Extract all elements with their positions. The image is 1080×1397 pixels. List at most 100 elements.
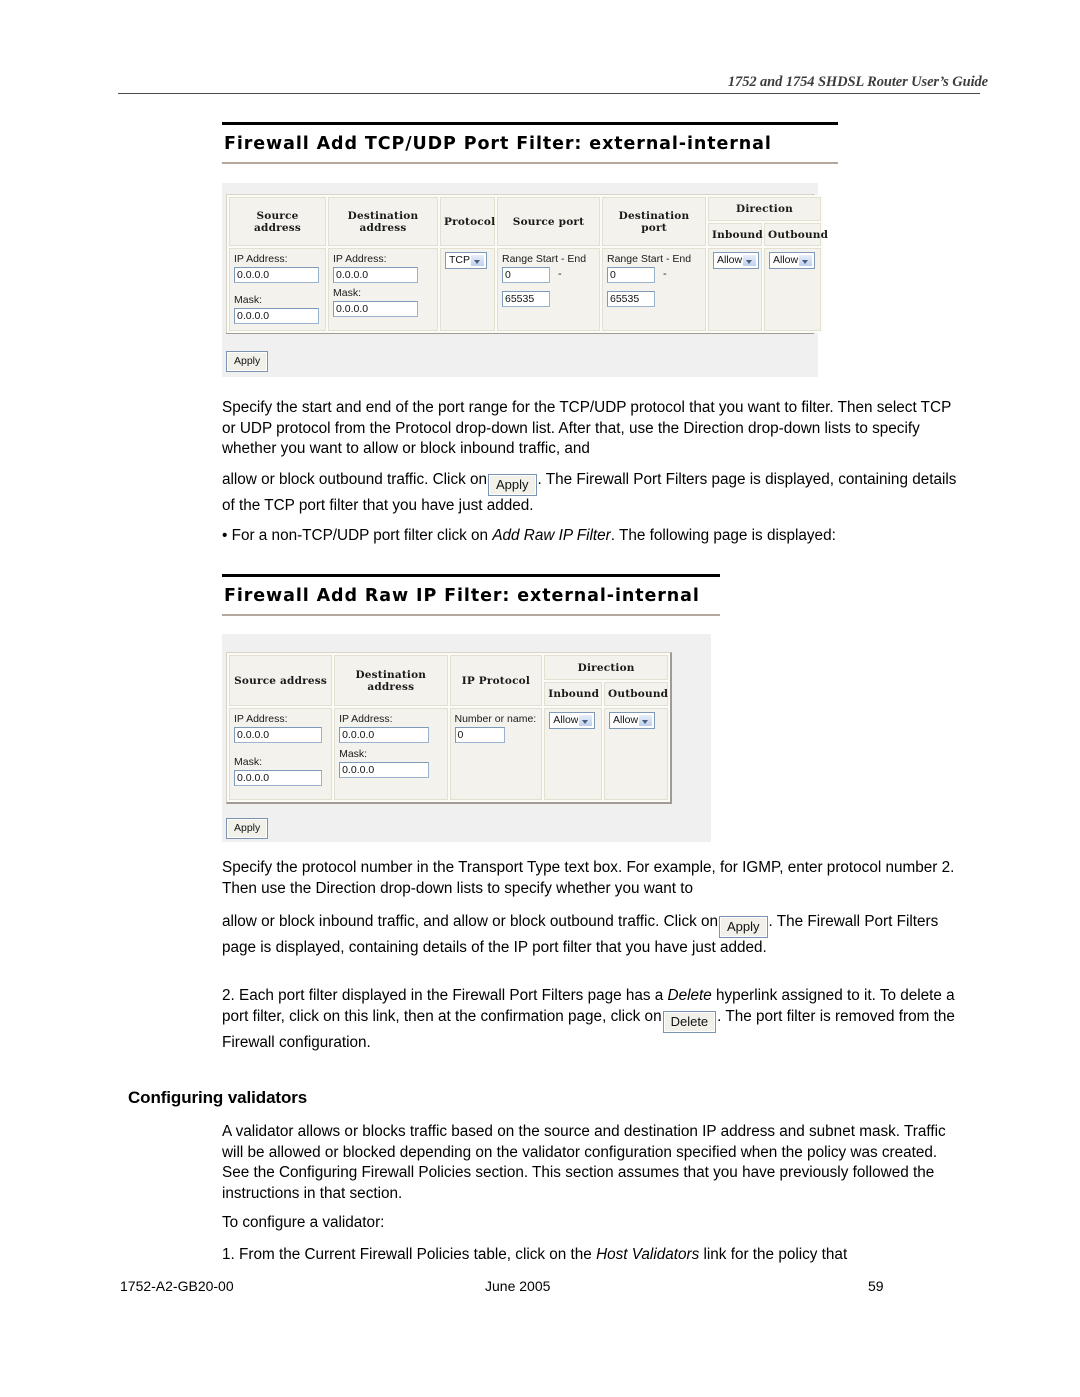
paragraph-tcp-udp-instructions: Specify the start and end of the port ra… xyxy=(222,398,958,460)
cell-destination-address: IP Address: 0.0.0.0 Mask: 0.0.0.0 xyxy=(334,708,448,800)
bullet-emphasis: Add Raw IP Filter xyxy=(492,527,611,544)
paragraph-2-text-b: allow or block inbound traffic, and allo… xyxy=(222,913,719,930)
th-destination-address: Destination address xyxy=(334,655,448,706)
apply-inline-button-1[interactable]: Apply xyxy=(488,474,537,496)
tcp-udp-form-panel: Source address Destination address Proto… xyxy=(226,194,828,334)
th-source-address: Source address xyxy=(229,197,326,246)
th-source-port: Source port xyxy=(497,197,600,246)
source-ip-input[interactable]: 0.0.0.0 xyxy=(234,727,322,743)
chevron-down-icon[interactable] xyxy=(578,714,594,727)
paragraph-6-text-b: link for the policy that xyxy=(699,1246,848,1263)
destination-range-separator: - xyxy=(663,268,667,280)
screen-heading-raw-ip: Firewall Add Raw IP Filter: external-int… xyxy=(222,574,720,616)
cell-destination-address: IP Address: 0.0.0.0 Mask: 0.0.0.0 xyxy=(328,248,438,331)
cell-outbound: Allow xyxy=(764,248,822,331)
inbound-select[interactable]: Allow xyxy=(549,712,596,729)
inbound-select-value: Allow xyxy=(717,254,743,266)
screen-heading-text: Firewall Add TCP/UDP Port Filter: extern… xyxy=(224,134,772,154)
bullet-add-raw-ip-filter: • For a non-TCP/UDP port filter click on… xyxy=(222,526,958,547)
browser-screenshot-tcp-udp-filter: Source address Destination address Proto… xyxy=(222,183,828,377)
cell-source-port: Range Start - End 0 - 65535 xyxy=(497,248,600,331)
running-head: 1752 and 1754 SHDSL Router User’s Guide xyxy=(727,74,988,90)
source-range-end-input[interactable]: 65535 xyxy=(502,291,550,307)
cell-inbound: Allow xyxy=(708,248,762,331)
source-ip-label: IP Address: xyxy=(234,713,288,725)
th-ip-protocol: IP Protocol xyxy=(449,655,543,706)
protocol-select-value: TCP xyxy=(449,254,470,266)
destination-mask-label: Mask: xyxy=(333,287,362,299)
th-outbound: Outbound xyxy=(604,682,668,706)
paragraph-6-text-a: 1. From the Current Firewall Policies ta… xyxy=(222,1246,597,1263)
paragraph-1-text-b: allow or block outbound traffic. Click o… xyxy=(222,471,487,488)
destination-mask-input[interactable]: 0.0.0.0 xyxy=(333,301,418,317)
th-inbound: Inbound xyxy=(544,682,603,706)
th-destination-address: Destination address xyxy=(328,197,438,246)
paragraph-raw-ip-instructions: Specify the protocol number in the Trans… xyxy=(222,858,958,899)
chevron-down-icon[interactable] xyxy=(470,254,485,267)
bullet-text-a: • For a non-TCP/UDP port filter click on xyxy=(222,527,493,544)
cell-source-address: IP Address: 0.0.0.0 Mask: 0.0.0.0 xyxy=(229,708,333,800)
apply-button[interactable]: Apply xyxy=(226,818,269,839)
section-title-configuring-validators: Configuring validators xyxy=(128,1088,308,1107)
th-direction: Direction xyxy=(708,197,822,221)
destination-ip-input[interactable]: 0.0.0.0 xyxy=(333,267,418,283)
source-mask-input[interactable]: 0.0.0.0 xyxy=(234,308,319,324)
table-header-row-1: Source address Destination address IP Pr… xyxy=(229,655,668,706)
outbound-select-value: Allow xyxy=(773,254,799,266)
cell-outbound: Allow xyxy=(604,708,668,800)
destination-ip-input[interactable]: 0.0.0.0 xyxy=(339,727,430,743)
destination-mask-input[interactable]: 0.0.0.0 xyxy=(339,762,430,778)
source-mask-label: Mask: xyxy=(234,756,263,768)
paragraph-tcp-udp-apply: allow or block outbound traffic. Click o… xyxy=(222,470,958,517)
raw-ip-filter-table: Source address Destination address IP Pr… xyxy=(227,653,670,802)
th-destination-port: Destination port xyxy=(602,197,706,246)
th-source-address: Source address xyxy=(229,655,333,706)
th-inbound: Inbound xyxy=(708,223,763,246)
apply-button-area-2: Apply xyxy=(226,818,269,839)
source-ip-input[interactable]: 0.0.0.0 xyxy=(234,267,319,283)
apply-inline-button-2[interactable]: Apply xyxy=(719,916,768,938)
heading-rule-bottom xyxy=(222,614,720,616)
th-protocol: Protocol xyxy=(440,197,495,246)
source-mask-input[interactable]: 0.0.0.0 xyxy=(234,770,322,786)
delete-inline-button[interactable]: Delete xyxy=(662,1010,717,1033)
ip-protocol-label: Number or name: xyxy=(454,713,537,725)
source-mask-label: Mask: xyxy=(234,294,263,306)
chevron-down-icon[interactable] xyxy=(742,254,757,267)
bullet-text-b: . The following page is displayed: xyxy=(610,527,836,544)
chevron-down-icon[interactable] xyxy=(638,714,654,727)
source-range-start-input[interactable]: 0 xyxy=(502,267,550,283)
ip-protocol-input[interactable]: 0 xyxy=(454,727,505,743)
table-row: IP Address: 0.0.0.0 Mask: 0.0.0.0 IP Add… xyxy=(229,248,822,331)
heading-rule-bottom xyxy=(222,162,838,164)
destination-range-label: Range Start - End xyxy=(607,253,692,265)
paragraph-validator-description: A validator allows or blocks traffic bas… xyxy=(222,1123,946,1202)
outbound-select[interactable]: Allow xyxy=(609,712,656,729)
th-outbound: Outbound xyxy=(764,223,828,246)
destination-range-end-input[interactable]: 65535 xyxy=(607,291,655,307)
cell-inbound: Allow xyxy=(544,708,603,800)
destination-range-start-input[interactable]: 0 xyxy=(607,267,655,283)
paragraph-delete-hyperlink: 2. Each port filter displayed in the Fir… xyxy=(222,986,970,1053)
footer-page-number: 59 xyxy=(868,1278,884,1294)
paragraph-raw-ip-apply: allow or block inbound traffic, and allo… xyxy=(222,912,958,959)
screen-heading-text: Firewall Add Raw IP Filter: external-int… xyxy=(224,586,700,606)
paragraph-1-text-a: Specify the start and end of the port ra… xyxy=(222,399,951,458)
source-range-separator: - xyxy=(558,268,562,280)
table-header-row-1: Source address Destination address Proto… xyxy=(229,197,822,246)
header-rule xyxy=(118,93,980,94)
screen-heading-tcp-udp: Firewall Add TCP/UDP Port Filter: extern… xyxy=(222,122,838,164)
outbound-select[interactable]: Allow xyxy=(769,252,815,269)
source-range-label: Range Start - End xyxy=(502,253,587,265)
protocol-select[interactable]: TCP xyxy=(445,252,487,269)
raw-ip-form-panel: Source address Destination address IP Pr… xyxy=(226,652,672,804)
cell-ip-protocol: Number or name: 0 xyxy=(449,708,543,800)
destination-range-row: 0 - xyxy=(607,266,701,288)
footer-date: June 2005 xyxy=(485,1278,551,1294)
chevron-down-icon[interactable] xyxy=(798,254,813,267)
paragraph-6-emphasis: Host Validators xyxy=(596,1246,700,1263)
inbound-select[interactable]: Allow xyxy=(713,252,759,269)
apply-button[interactable]: Apply xyxy=(226,351,269,372)
paragraph-step-1: 1. From the Current Firewall Policies ta… xyxy=(222,1245,970,1266)
outbound-select-value: Allow xyxy=(613,714,639,726)
